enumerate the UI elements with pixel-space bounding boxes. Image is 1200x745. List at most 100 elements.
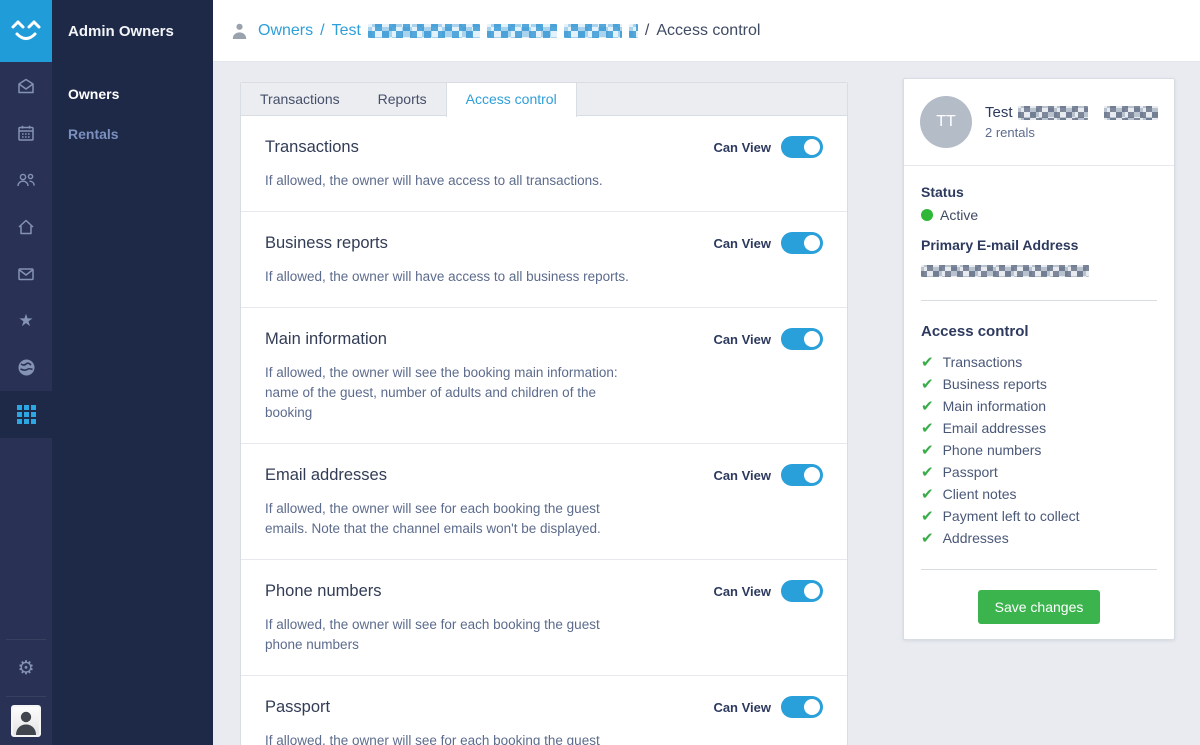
access-item-label: Phone numbers bbox=[943, 442, 1042, 458]
check-icon: ✔ bbox=[921, 353, 934, 371]
access-item: ✔ Business reports bbox=[921, 373, 1157, 395]
check-icon: ✔ bbox=[921, 463, 934, 481]
sidebar-item-owners[interactable]: Owners bbox=[52, 74, 213, 114]
access-item: ✔Main information bbox=[921, 395, 1157, 417]
app-logo[interactable] bbox=[0, 0, 52, 62]
redacted-email bbox=[921, 265, 1089, 277]
toggle-label: Can View bbox=[713, 236, 771, 251]
user-profile-button[interactable] bbox=[0, 697, 52, 745]
access-control-card: Transactions Reports Access control Tran… bbox=[240, 82, 848, 745]
user-avatar-photo bbox=[11, 705, 41, 737]
home-icon[interactable] bbox=[0, 203, 52, 250]
status-dot-icon bbox=[921, 209, 933, 221]
permission-title: Passport bbox=[265, 698, 330, 717]
permission-description: If allowed, the owner will see for each … bbox=[265, 615, 637, 655]
check-icon: ✔ bbox=[921, 441, 934, 459]
save-changes-button[interactable]: Save changes bbox=[978, 590, 1101, 624]
can-view-toggle[interactable] bbox=[781, 696, 823, 718]
breadcrumb: Owners / Test / Access control bbox=[231, 22, 760, 40]
access-item-label: Addresses bbox=[943, 530, 1009, 546]
access-item-label: Business reports bbox=[943, 376, 1047, 392]
redacted-owner-name bbox=[629, 24, 638, 38]
star-icon[interactable]: ★ bbox=[0, 297, 52, 344]
tab-transactions[interactable]: Transactions bbox=[241, 83, 359, 115]
owner-summary-panel: TT Test 2 rentals Status Active bbox=[903, 78, 1175, 640]
can-view-toggle[interactable] bbox=[781, 232, 823, 254]
topbar: Owners / Test / Access control bbox=[213, 0, 1200, 62]
status-value: Active bbox=[940, 207, 978, 223]
access-item-label: Passport bbox=[943, 464, 998, 480]
check-icon: ✔ bbox=[921, 485, 934, 503]
owner-name: Test bbox=[985, 104, 1013, 121]
access-item: ✔Email addresses bbox=[921, 417, 1157, 439]
owner-header: TT Test 2 rentals bbox=[904, 79, 1174, 166]
access-item-label: Transactions bbox=[943, 354, 1023, 370]
permission-title: Transactions bbox=[265, 138, 359, 157]
smiley-logo-icon bbox=[9, 16, 43, 46]
tab-reports[interactable]: Reports bbox=[359, 83, 446, 115]
access-item: ✔ Passport bbox=[921, 461, 1157, 483]
guests-icon[interactable] bbox=[0, 156, 52, 203]
toggle-label: Can View bbox=[713, 140, 771, 155]
redacted-owner-surname bbox=[1104, 106, 1158, 120]
check-icon: ✔ bbox=[921, 375, 934, 393]
permission-title: Phone numbers bbox=[265, 582, 382, 601]
access-item: ✔ Transactions bbox=[921, 351, 1157, 373]
toggle-label: Can View bbox=[713, 332, 771, 347]
access-item: ✔ Phone numbers bbox=[921, 439, 1157, 461]
check-icon: ✔ bbox=[921, 507, 934, 525]
permission-section-transactions: Transactions Can View If allowed, the ow… bbox=[241, 116, 847, 212]
workspace: Transactions Reports Access control Tran… bbox=[213, 62, 1200, 745]
permission-section-main-information: Main information Can View If allowed, th… bbox=[241, 308, 847, 444]
can-view-toggle[interactable] bbox=[781, 328, 823, 350]
access-item-label: Client notes bbox=[943, 486, 1017, 502]
apps-grid-icon[interactable] bbox=[0, 391, 52, 438]
sidebar-nav: Owners Rentals bbox=[52, 62, 213, 154]
inbox-icon[interactable] bbox=[0, 62, 52, 109]
breadcrumb-separator: / bbox=[645, 22, 649, 40]
globe-icon[interactable] bbox=[0, 344, 52, 391]
toggle-label: Can View bbox=[713, 700, 771, 715]
owner-initials-avatar: TT bbox=[920, 96, 972, 148]
permission-description: If allowed, the owner will have access t… bbox=[265, 171, 637, 191]
permission-description: If allowed, the owner will see for each … bbox=[265, 499, 637, 539]
check-icon: ✔ bbox=[921, 529, 934, 547]
permission-title: Main information bbox=[265, 330, 387, 349]
tab-bar: Transactions Reports Access control bbox=[241, 83, 847, 116]
status-label: Status bbox=[921, 184, 1157, 200]
permission-section-phone-numbers: Phone numbers Can View If allowed, the o… bbox=[241, 560, 847, 676]
email-label: Primary E-mail Address bbox=[921, 237, 1157, 253]
redacted-owner-surname bbox=[1018, 106, 1088, 120]
permission-title: Business reports bbox=[265, 234, 388, 253]
breadcrumb-owner-link[interactable]: Test bbox=[332, 22, 361, 40]
check-icon: ✔ bbox=[921, 397, 934, 415]
breadcrumb-separator: / bbox=[320, 22, 324, 40]
redacted-owner-name bbox=[564, 24, 622, 38]
access-summary-list: ✔ Transactions ✔ Business reports ✔Main in… bbox=[921, 351, 1157, 549]
permission-description: If allowed, the owner will see for each … bbox=[265, 731, 637, 745]
can-view-toggle[interactable] bbox=[781, 580, 823, 602]
breadcrumb-owners-link[interactable]: Owners bbox=[258, 22, 313, 40]
redacted-owner-name bbox=[487, 24, 557, 38]
tab-access-control[interactable]: Access control bbox=[446, 83, 577, 117]
access-item: ✔ Addresses bbox=[921, 527, 1157, 549]
owner-details: Status Active Primary E-mail Address bbox=[904, 166, 1174, 301]
permission-title: Email addresses bbox=[265, 466, 387, 485]
can-view-toggle[interactable] bbox=[781, 464, 823, 486]
sidebar-item-rentals[interactable]: Rentals bbox=[52, 114, 213, 154]
access-item-label: Email addresses bbox=[943, 420, 1047, 436]
calendar-icon[interactable] bbox=[0, 109, 52, 156]
permission-description: If allowed, the owner will see the booki… bbox=[265, 363, 637, 423]
mail-icon[interactable] bbox=[0, 250, 52, 297]
access-item: ✔ Client notes bbox=[921, 483, 1157, 505]
access-item-label: Payment left to collect bbox=[943, 508, 1080, 524]
content-column: Owners / Test / Access control Transacti… bbox=[213, 0, 1200, 745]
app-root: ★ ⚙ Admin Owners Owners Rentals bbox=[0, 0, 1200, 745]
can-view-toggle[interactable] bbox=[781, 136, 823, 158]
owner-rentals-count: 2 rentals bbox=[985, 125, 1158, 140]
gear-icon[interactable]: ⚙ bbox=[0, 640, 52, 696]
permission-section-passport: Passport Can View If allowed, the owner … bbox=[241, 676, 847, 745]
breadcrumb-current: Access control bbox=[656, 22, 760, 40]
sidebar-title: Admin Owners bbox=[52, 0, 213, 62]
toggle-label: Can View bbox=[713, 468, 771, 483]
